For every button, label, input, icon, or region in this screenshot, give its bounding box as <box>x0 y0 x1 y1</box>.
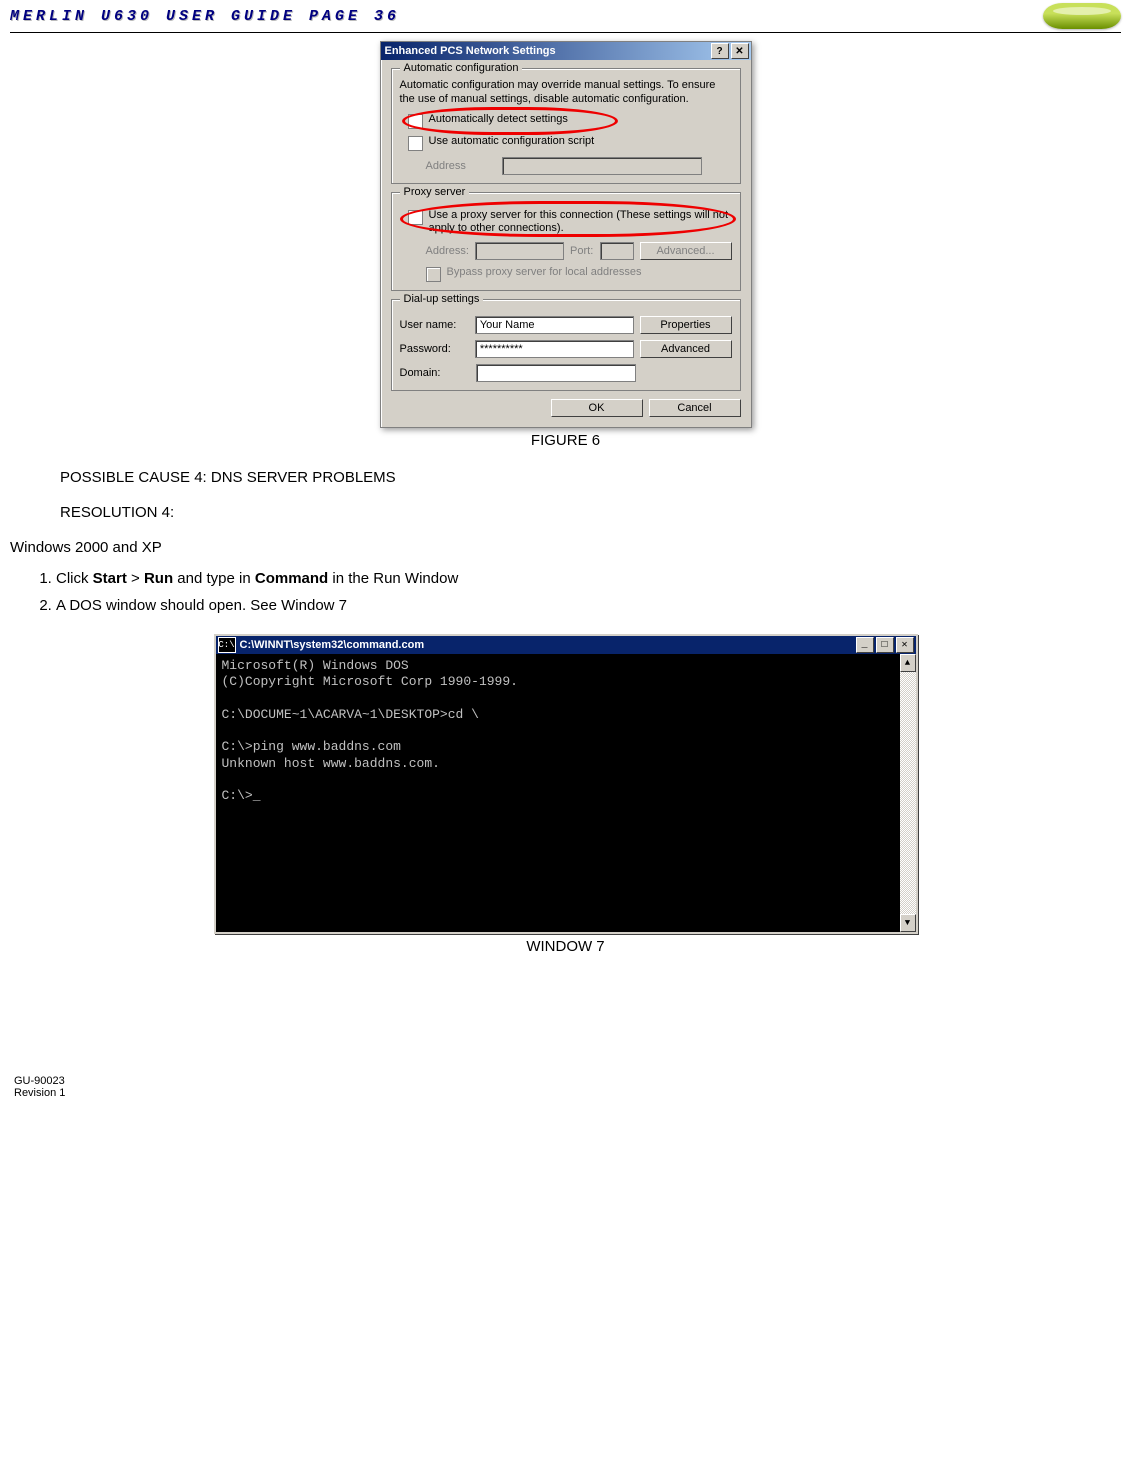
os-heading: Windows 2000 and XP <box>10 539 1121 556</box>
scrollbar[interactable]: ▲ ▼ <box>900 654 916 932</box>
scroll-up-button[interactable]: ▲ <box>900 654 916 672</box>
auto-address-input <box>502 157 702 175</box>
dos-output: Microsoft(R) Windows DOS (C)Copyright Mi… <box>216 654 900 932</box>
proxy-bypass-checkbox <box>426 267 441 282</box>
auto-detect-label: Automatically detect settings <box>429 113 568 127</box>
proxy-port-input <box>600 242 634 260</box>
auto-address-label: Address <box>426 160 496 172</box>
doc-id: GU-90023 <box>14 1075 1121 1087</box>
step-1-tail: in the Run Window <box>328 570 458 587</box>
proxy-port-label: Port: <box>570 245 594 257</box>
password-label: Password: <box>400 343 469 355</box>
dialup-title: Dial-up settings <box>400 293 484 305</box>
step-1-text: Click <box>56 570 93 587</box>
figure-6-caption: FIGURE 6 <box>10 432 1121 449</box>
window-7-caption: WINDOW 7 <box>10 938 1121 955</box>
auto-config-desc: Automatic configuration may override man… <box>400 79 732 107</box>
dialog-title: Enhanced PCS Network Settings <box>383 45 711 57</box>
proxy-enable-label: Use a proxy server for this connection (… <box>429 209 732 237</box>
maximize-button[interactable]: □ <box>876 637 894 653</box>
dialup-group: Dial-up settings User name: Properties P… <box>391 299 741 391</box>
username-input[interactable] <box>475 316 634 334</box>
dos-title-text: C:\WINNT\system32\command.com <box>240 639 856 651</box>
revision: Revision 1 <box>14 1087 1121 1099</box>
step-1-text2: and type in <box>173 570 255 587</box>
proxy-address-label: Address: <box>426 245 469 257</box>
auto-detect-checkbox[interactable] <box>408 114 423 129</box>
step-1-sep: > <box>127 570 144 587</box>
resolution: RESOLUTION 4: <box>60 504 1121 521</box>
minimize-button[interactable]: _ <box>856 637 874 653</box>
page-title: MERLIN U630 USER GUIDE PAGE 36 <box>10 8 400 25</box>
dos-icon: C:\ <box>218 637 236 653</box>
ok-button[interactable]: OK <box>551 399 643 417</box>
username-label: User name: <box>400 319 469 331</box>
proxy-bypass-label: Bypass proxy server for local addresses <box>447 266 642 280</box>
scroll-track[interactable] <box>900 672 916 914</box>
proxy-group: Proxy server Use a proxy server for this… <box>391 192 741 292</box>
brand-logo <box>1043 3 1121 29</box>
step-1-run: Run <box>144 570 173 587</box>
step-1: Click Start > Run and type in Command in… <box>56 570 1121 587</box>
auto-script-label: Use automatic configuration script <box>429 135 595 149</box>
close-button[interactable]: ✕ <box>731 43 749 59</box>
possible-cause: POSSIBLE CAUSE 4: DNS SERVER PROBLEMS <box>60 469 1121 486</box>
settings-dialog: Enhanced PCS Network Settings ? ✕ Automa… <box>380 41 752 428</box>
auto-script-checkbox[interactable] <box>408 136 423 151</box>
cancel-button[interactable]: Cancel <box>649 399 741 417</box>
proxy-enable-checkbox[interactable] <box>408 210 423 225</box>
proxy-title: Proxy server <box>400 186 470 198</box>
auto-config-group: Automatic configuration Automatic config… <box>391 68 741 184</box>
advanced-button[interactable]: Advanced <box>640 340 732 358</box>
header-rule <box>10 32 1121 33</box>
proxy-address-input <box>475 242 564 260</box>
step-2: A DOS window should open. See Window 7 <box>56 597 1121 614</box>
step-1-start: Start <box>93 570 127 587</box>
step-1-command: Command <box>255 570 328 587</box>
scroll-down-button[interactable]: ▼ <box>900 914 916 932</box>
domain-input[interactable] <box>476 364 636 382</box>
password-input[interactable] <box>475 340 634 358</box>
dialog-titlebar: Enhanced PCS Network Settings ? ✕ <box>381 42 751 60</box>
auto-config-title: Automatic configuration <box>400 62 523 74</box>
help-button[interactable]: ? <box>711 43 729 59</box>
domain-label: Domain: <box>400 367 470 379</box>
properties-button[interactable]: Properties <box>640 316 732 334</box>
dos-close-button[interactable]: ✕ <box>896 637 914 653</box>
dos-window: C:\ C:\WINNT\system32\command.com _ □ ✕ … <box>214 634 918 934</box>
dos-titlebar: C:\ C:\WINNT\system32\command.com _ □ ✕ <box>216 636 916 654</box>
proxy-advanced-button: Advanced... <box>640 242 732 260</box>
